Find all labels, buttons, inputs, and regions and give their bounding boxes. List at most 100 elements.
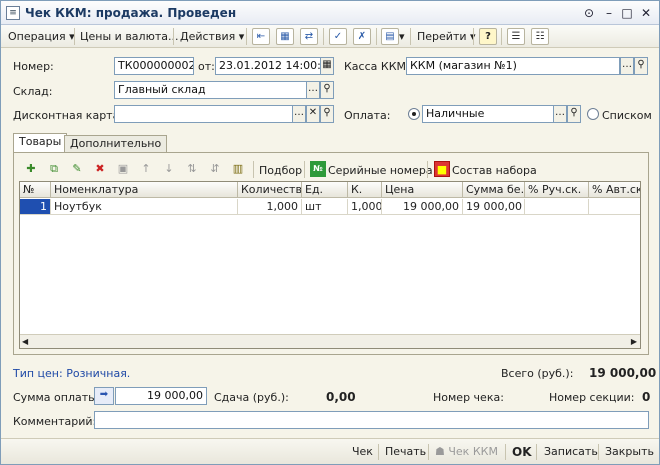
paid-field[interactable]: 19 000,00 xyxy=(115,387,207,405)
open-reports-icon[interactable]: ▤ xyxy=(381,28,399,45)
cell-number[interactable]: 1 xyxy=(20,199,51,215)
fill-payment-icon[interactable]: ➡ xyxy=(94,387,114,405)
move-up-icon: ↑ xyxy=(141,162,151,175)
cell-item[interactable]: Ноутбук xyxy=(51,199,238,215)
reports-dropdown-icon[interactable]: ▾ xyxy=(399,28,405,45)
comment-field[interactable] xyxy=(94,411,649,429)
maximize-button[interactable]: □ xyxy=(619,5,635,21)
add-row-icon[interactable]: ✚ xyxy=(23,161,39,177)
column-header-unit[interactable]: Ед. xyxy=(302,182,348,198)
change-value: 0,00 xyxy=(326,390,356,404)
warehouse-search-icon[interactable]: ⚲ xyxy=(320,81,334,99)
serial-numbers-button[interactable]: Серийные номера xyxy=(328,164,433,177)
card-clear-icon[interactable]: ✕ xyxy=(306,105,320,123)
kkm-field[interactable]: ККМ (магазин №1) xyxy=(406,57,620,75)
cell-unit[interactable]: шт xyxy=(302,199,348,215)
ok-button[interactable]: OK xyxy=(512,444,532,460)
date-field[interactable]: 23.01.2012 14:00:00 xyxy=(215,57,321,75)
column-header-item[interactable]: Номенклатура xyxy=(51,182,238,198)
exchange-icon[interactable]: ⇄ xyxy=(300,28,318,45)
card-search-icon[interactable]: ⚲ xyxy=(320,105,334,123)
serial-numbers-icon: № xyxy=(310,161,326,177)
check-button[interactable]: Чек xyxy=(352,444,373,460)
cell-price[interactable]: 19 000,00 xyxy=(382,199,463,215)
move-down-icon: ↓ xyxy=(164,162,174,175)
copy-row-icon[interactable]: ⧉ xyxy=(46,161,62,177)
horizontal-scrollbar[interactable]: ◀ ▶ xyxy=(20,334,640,348)
payment-field[interactable]: Наличные xyxy=(422,105,554,123)
cell-auto-discount[interactable] xyxy=(589,199,640,215)
paid-label: Сумма оплаты: xyxy=(13,391,101,404)
total-label: Всего (руб.): xyxy=(501,367,574,380)
barcode-icon[interactable]: ▥ xyxy=(230,161,246,177)
cell-k[interactable]: 1,000 xyxy=(348,199,382,215)
scroll-right-icon[interactable]: ▶ xyxy=(631,337,637,346)
sort-desc-icon: ⇵ xyxy=(210,162,220,175)
edit-row-icon[interactable]: ✎ xyxy=(69,161,85,177)
print-button[interactable]: Печать xyxy=(385,444,426,460)
window-title: Чек ККМ: продажа. Проведен xyxy=(25,6,237,20)
kkm-label: Касса ККМ: xyxy=(344,60,410,73)
number-field[interactable]: ТК000000002 xyxy=(114,57,194,75)
kit-icon: ■ xyxy=(434,161,450,177)
warehouse-label: Склад: xyxy=(13,85,53,98)
delete-row-icon[interactable]: ✖ xyxy=(92,161,108,177)
warehouse-select-button[interactable]: … xyxy=(306,81,320,99)
structure-icon[interactable]: ▦ xyxy=(276,28,294,45)
unpost-icon[interactable]: ✗ xyxy=(353,28,371,45)
tab-goods[interactable]: Товары xyxy=(13,133,68,153)
payment-select-button[interactable]: … xyxy=(553,105,567,123)
tab-additional[interactable]: Дополнительно xyxy=(64,135,168,152)
kkm-search-icon[interactable]: ⚲ xyxy=(634,57,648,75)
title-bar: ≡ Чек ККМ: продажа. Проведен ⊙ – □ ✕ xyxy=(1,1,659,25)
pick-button[interactable]: Подбор xyxy=(259,164,302,177)
card-select-button[interactable]: … xyxy=(292,105,306,123)
payment-list-radio[interactable] xyxy=(587,108,599,120)
column-header-sum[interactable]: Сумма бе... xyxy=(463,182,525,198)
check-number-label: Номер чека: xyxy=(433,391,504,404)
change-label: Сдача (руб.): xyxy=(214,391,289,404)
sort-asc-icon: ⇅ xyxy=(187,162,197,175)
tree-settings-icon[interactable]: ☷ xyxy=(531,28,549,45)
section-number-value: 0 xyxy=(642,390,651,404)
price-type-link[interactable]: Тип цен: Розничная. xyxy=(13,367,130,380)
help-icon[interactable]: ? xyxy=(479,28,497,45)
column-header-manual-discount[interactable]: % Руч.ск. xyxy=(525,182,589,198)
close-form-button[interactable]: Закрыть xyxy=(605,444,654,460)
cell-qty[interactable]: 1,000 xyxy=(238,199,302,215)
kkm-select-button[interactable]: … xyxy=(620,57,634,75)
operation-menu[interactable]: Операция ▾ xyxy=(8,28,75,45)
goto-menu[interactable]: Перейти ▾ xyxy=(417,28,476,45)
scroll-left-icon[interactable]: ◀ xyxy=(22,337,28,346)
column-header-number[interactable]: № xyxy=(20,182,51,198)
column-header-auto-discount[interactable]: % Авт.ск. xyxy=(589,182,640,198)
post-icon[interactable]: ✓ xyxy=(329,28,347,45)
payment-cash-radio[interactable] xyxy=(408,108,420,120)
cell-manual-discount[interactable] xyxy=(525,199,589,215)
enter-on-basis-icon[interactable]: ⇤ xyxy=(252,28,270,45)
warehouse-field[interactable]: Главный склад xyxy=(114,81,307,99)
column-header-qty[interactable]: Количество xyxy=(238,182,302,198)
save-button[interactable]: Записать xyxy=(544,444,598,460)
section-number-label: Номер секции: xyxy=(549,391,635,404)
card-field[interactable] xyxy=(114,105,293,123)
minimize-button[interactable]: – xyxy=(601,5,617,21)
cell-sum[interactable]: 19 000,00 xyxy=(463,199,525,215)
prices-button[interactable]: Цены и валюта... xyxy=(80,28,178,45)
history-icon[interactable]: ⊙ xyxy=(581,5,597,21)
list-settings-icon[interactable]: ☰ xyxy=(507,28,525,45)
column-header-k[interactable]: К. xyxy=(348,182,382,198)
cash-register-icon: ☗ xyxy=(435,445,445,458)
column-header-price[interactable]: Цена xyxy=(382,182,463,198)
number-label: Номер: xyxy=(13,60,54,73)
main-toolbar: Операция ▾ Цены и валюта... Действия ▾ ⇤… xyxy=(1,25,659,48)
document-icon: ≡ xyxy=(6,6,20,20)
payment-search-icon[interactable]: ⚲ xyxy=(567,105,581,123)
kit-button[interactable]: Состав набора xyxy=(452,164,537,177)
end-edit-icon: ▣ xyxy=(117,162,129,175)
calendar-icon[interactable]: ▦ xyxy=(320,57,334,75)
comment-label: Комментарий: xyxy=(13,415,97,428)
goods-table[interactable]: № Номенклатура Количество Ед. К. Цена Су… xyxy=(19,181,641,349)
close-button[interactable]: ✕ xyxy=(638,5,654,21)
actions-menu[interactable]: Действия ▾ xyxy=(180,28,244,45)
